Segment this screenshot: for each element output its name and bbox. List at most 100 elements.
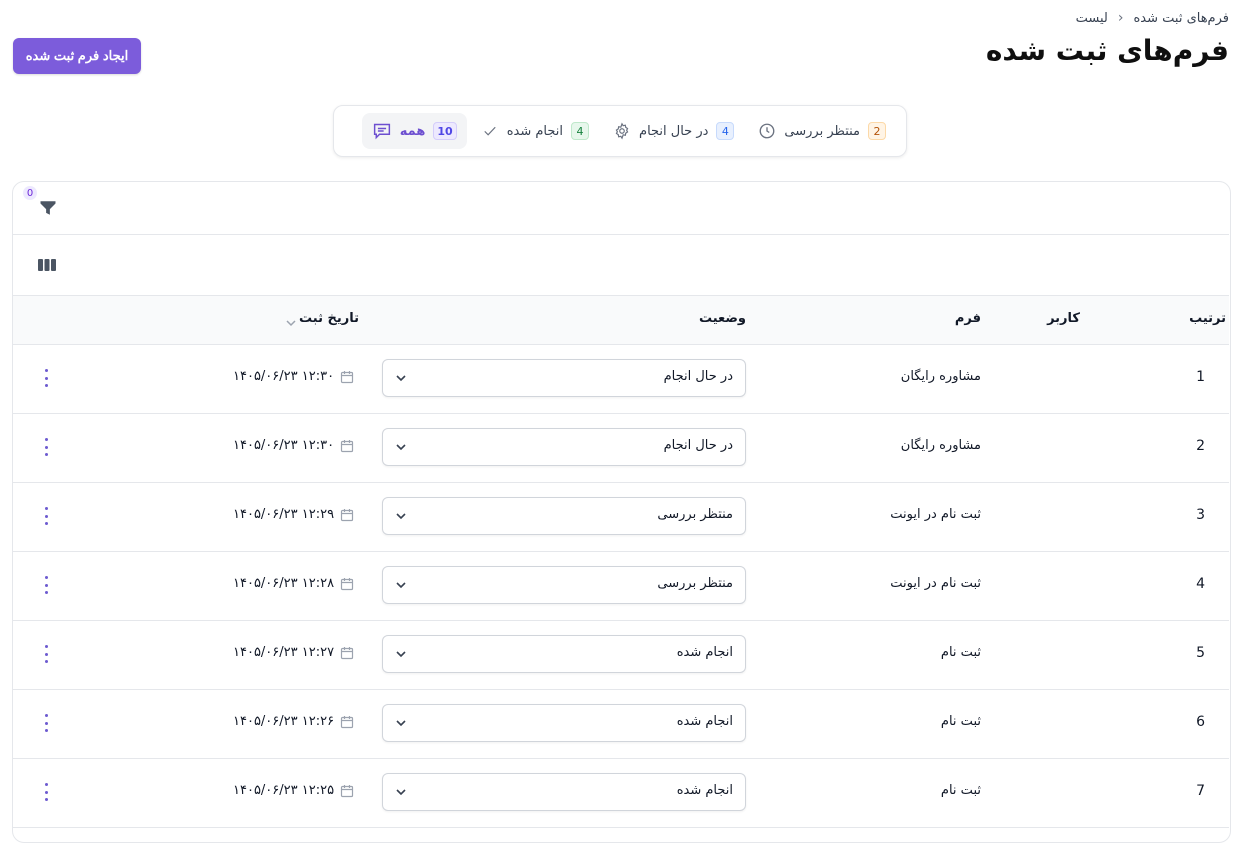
row-date-text: ۱۴۰۵/۰۶/۲۳ ۱۲:۳۰ bbox=[233, 438, 335, 453]
row-order: 3 bbox=[1196, 507, 1205, 523]
tab-pending-label: منتظر بررسی bbox=[784, 123, 860, 139]
row-form: مشاوره رایگان bbox=[900, 438, 981, 453]
status-select-value: منتظر بررسی bbox=[657, 576, 733, 591]
chevron-down-icon bbox=[396, 720, 406, 727]
column-header-user[interactable]: کاربر bbox=[1047, 311, 1080, 326]
filter-icon[interactable] bbox=[37, 197, 59, 219]
row-order: 7 bbox=[1196, 783, 1205, 799]
chevron-down-icon bbox=[396, 513, 406, 520]
row-date: ۱۴۰۵/۰۶/۲۳ ۱۲:۲۸ bbox=[233, 576, 354, 591]
row-order: 5 bbox=[1196, 645, 1205, 661]
table-row: 7 ثبت نام انجام شده ۱۴۰۵/۰۶/۲۳ ۱۲:۲۵ bbox=[13, 759, 1229, 828]
tab-all[interactable]: همه 10 bbox=[361, 113, 467, 149]
row-actions-kebab-icon[interactable] bbox=[41, 369, 51, 387]
columns-toolbar bbox=[13, 235, 1229, 296]
status-tabs: منتظر بررسی 2 در حال انجام 4 انجام شده 4… bbox=[333, 105, 907, 157]
sort-chevron-icon[interactable] bbox=[285, 314, 297, 333]
page-title: فرم‌های ثبت شده bbox=[985, 34, 1229, 67]
status-select[interactable]: انجام شده bbox=[382, 704, 746, 742]
row-order: 1 bbox=[1196, 369, 1205, 385]
status-select-value: انجام شده bbox=[676, 645, 733, 660]
status-select[interactable]: منتظر بررسی bbox=[382, 566, 746, 604]
row-actions-kebab-icon[interactable] bbox=[41, 507, 51, 525]
status-select[interactable]: در حال انجام bbox=[382, 359, 746, 397]
row-actions-kebab-icon[interactable] bbox=[41, 714, 51, 732]
create-form-button[interactable]: ایجاد فرم ثبت شده bbox=[13, 38, 141, 74]
row-actions-kebab-icon[interactable] bbox=[41, 438, 51, 456]
table-row: 5 ثبت نام انجام شده ۱۴۰۵/۰۶/۲۳ ۱۲:۲۷ bbox=[13, 621, 1229, 690]
row-form: مشاوره رایگان bbox=[900, 369, 981, 384]
table-row: 2 مشاوره رایگان در حال انجام ۱۴۰۵/۰۶/۲۳ … bbox=[13, 414, 1229, 483]
status-select[interactable]: انجام شده bbox=[382, 773, 746, 811]
tab-done-count: 4 bbox=[571, 122, 590, 140]
calendar-icon bbox=[340, 646, 354, 659]
calendar-icon bbox=[340, 508, 354, 521]
tab-in-progress[interactable]: در حال انجام 4 bbox=[603, 113, 744, 149]
status-select-value: در حال انجام bbox=[663, 369, 733, 384]
row-date-text: ۱۴۰۵/۰۶/۲۳ ۱۲:۲۷ bbox=[233, 645, 335, 660]
row-date: ۱۴۰۵/۰۶/۲۳ ۱۲:۲۹ bbox=[233, 507, 354, 522]
chevron-down-icon bbox=[396, 651, 406, 658]
row-actions-kebab-icon[interactable] bbox=[41, 645, 51, 663]
row-form: ثبت نام در ایونت bbox=[890, 507, 981, 522]
tab-all-label: همه bbox=[399, 123, 426, 139]
clock-icon bbox=[758, 122, 776, 140]
status-select[interactable]: منتظر بررسی bbox=[382, 497, 746, 535]
row-date: ۱۴۰۵/۰۶/۲۳ ۱۲:۳۰ bbox=[233, 438, 354, 453]
calendar-icon bbox=[340, 784, 354, 797]
calendar-icon bbox=[340, 439, 354, 452]
row-date-text: ۱۴۰۵/۰۶/۲۳ ۱۲:۳۰ bbox=[233, 369, 335, 384]
calendar-icon bbox=[340, 577, 354, 590]
tab-all-count: 10 bbox=[433, 122, 457, 140]
column-header-form[interactable]: فرم bbox=[955, 311, 981, 326]
gear-icon bbox=[613, 122, 631, 140]
tab-done[interactable]: انجام شده 4 bbox=[471, 113, 599, 149]
tab-in-progress-count: 4 bbox=[716, 122, 735, 140]
row-order: 6 bbox=[1196, 714, 1205, 730]
status-select[interactable]: انجام شده bbox=[382, 635, 746, 673]
chevron-down-icon bbox=[396, 582, 406, 589]
column-header-date[interactable]: تاریخ ثبت bbox=[299, 311, 359, 326]
tab-done-label: انجام شده bbox=[506, 123, 564, 139]
row-date-text: ۱۴۰۵/۰۶/۲۳ ۱۲:۲۹ bbox=[233, 507, 335, 522]
status-select-value: انجام شده bbox=[676, 714, 733, 729]
tab-pending[interactable]: منتظر بررسی 2 bbox=[748, 113, 896, 149]
calendar-icon bbox=[340, 370, 354, 383]
filter-count-badge: 0 bbox=[23, 186, 37, 200]
column-header-order[interactable]: ترتیب bbox=[1189, 311, 1226, 326]
chevron-down-icon bbox=[396, 789, 406, 796]
status-select-value: انجام شده bbox=[676, 783, 733, 798]
table-row: 6 ثبت نام انجام شده ۱۴۰۵/۰۶/۲۳ ۱۲:۲۶ bbox=[13, 690, 1229, 759]
row-date-text: ۱۴۰۵/۰۶/۲۳ ۱۲:۲۵ bbox=[233, 783, 335, 798]
breadcrumb-parent[interactable]: لیست bbox=[1076, 11, 1108, 26]
row-date-text: ۱۴۰۵/۰۶/۲۳ ۱۲:۲۸ bbox=[233, 576, 335, 591]
status-select-value: در حال انجام bbox=[663, 438, 733, 453]
check-icon bbox=[481, 122, 499, 140]
chevron-down-icon bbox=[396, 375, 406, 382]
filter-toolbar bbox=[13, 182, 1229, 235]
column-header-status[interactable]: وضعیت bbox=[699, 311, 746, 326]
breadcrumb-separator: › bbox=[1117, 10, 1124, 26]
row-date: ۱۴۰۵/۰۶/۲۳ ۱۲:۲۵ bbox=[233, 783, 354, 798]
breadcrumb-current[interactable]: فرم‌های ثبت شده bbox=[1133, 11, 1229, 26]
tab-in-progress-label: در حال انجام bbox=[639, 123, 709, 139]
row-actions-kebab-icon[interactable] bbox=[41, 576, 51, 594]
breadcrumb: فرم‌های ثبت شده › لیست bbox=[1076, 10, 1229, 26]
chevron-down-icon bbox=[396, 444, 406, 451]
row-form: ثبت نام bbox=[940, 714, 981, 729]
row-form: ثبت نام bbox=[940, 645, 981, 660]
calendar-icon bbox=[340, 715, 354, 728]
row-date: ۱۴۰۵/۰۶/۲۳ ۱۲:۳۰ bbox=[233, 369, 354, 384]
row-order: 2 bbox=[1196, 438, 1205, 454]
row-date: ۱۴۰۵/۰۶/۲۳ ۱۲:۲۶ bbox=[233, 714, 354, 729]
table-row: 1 مشاوره رایگان در حال انجام ۱۴۰۵/۰۶/۲۳ … bbox=[13, 345, 1229, 414]
tab-pending-count: 2 bbox=[868, 122, 886, 140]
row-actions-kebab-icon[interactable] bbox=[41, 783, 51, 801]
status-select-value: منتظر بررسی bbox=[657, 507, 733, 522]
columns-icon[interactable] bbox=[37, 256, 57, 274]
table-row: 4 ثبت نام در ایونت منتظر بررسی ۱۴۰۵/۰۶/۲… bbox=[13, 552, 1229, 621]
row-order: 4 bbox=[1196, 576, 1205, 592]
row-date-text: ۱۴۰۵/۰۶/۲۳ ۱۲:۲۶ bbox=[233, 714, 335, 729]
status-select[interactable]: در حال انجام bbox=[382, 428, 746, 466]
row-date: ۱۴۰۵/۰۶/۲۳ ۱۲:۲۷ bbox=[233, 645, 354, 660]
